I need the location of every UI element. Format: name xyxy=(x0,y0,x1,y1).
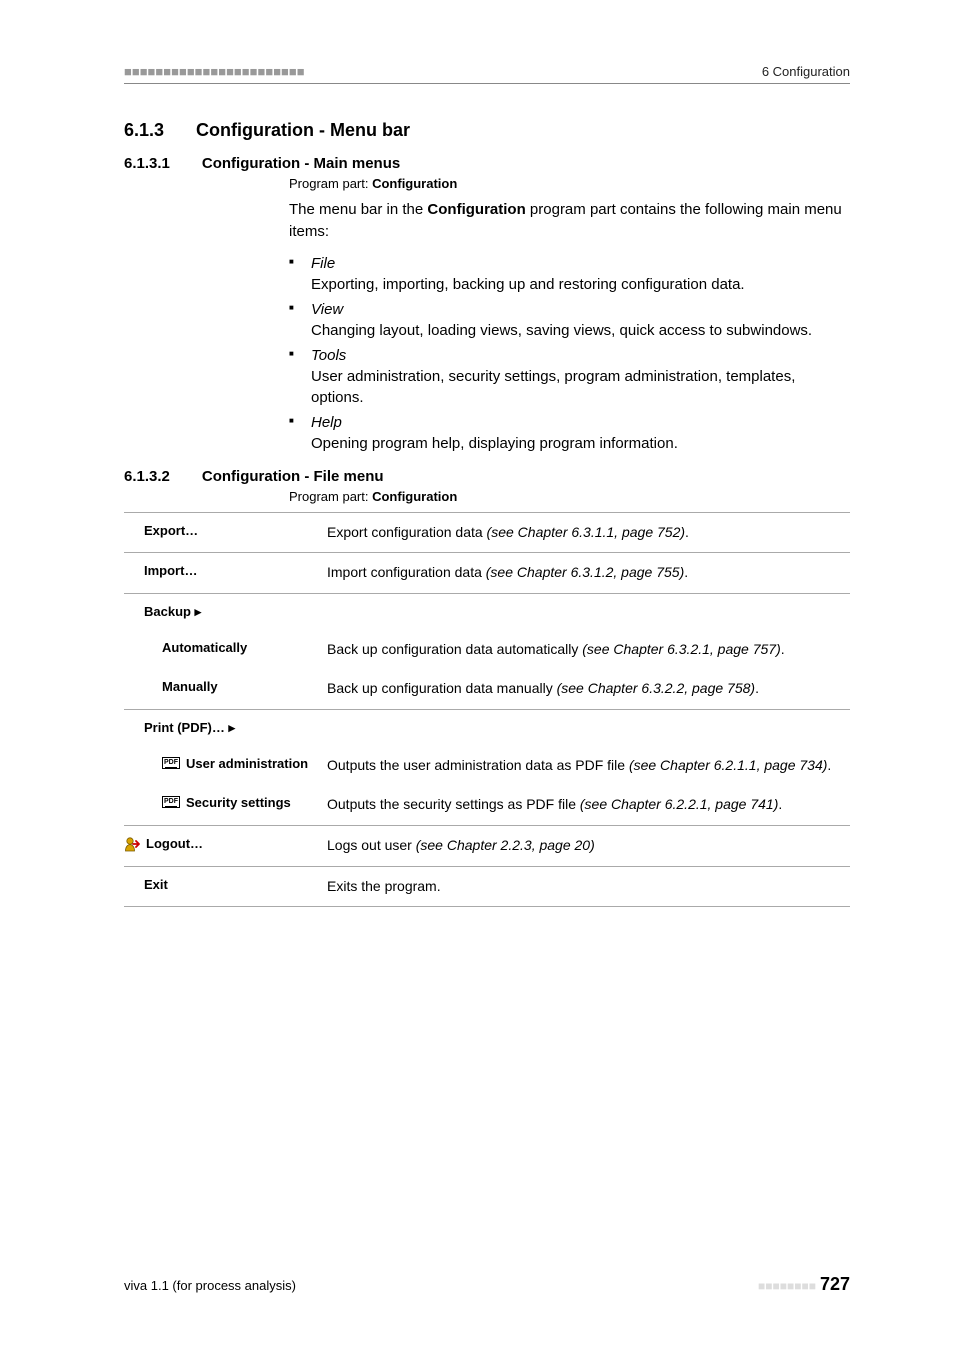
program-part-line: Program part: Configuration xyxy=(289,176,850,191)
footer-decor: ■■■■■■■■ xyxy=(758,1279,816,1293)
header-decor: ■■■■■■■■■■■■■■■■■■■■■■■ xyxy=(124,64,305,79)
menu-item-pdf-security: PDF Security settings xyxy=(124,795,319,810)
file-menu-table: Export… Export configuration data (see C… xyxy=(124,512,850,908)
menu-item-desc: Exits the program. xyxy=(327,866,850,907)
menu-item-import: Import… xyxy=(124,563,319,578)
menu-item-name: Help xyxy=(311,414,342,431)
list-item: View Changing layout, loading views, sav… xyxy=(289,299,850,341)
menu-item-backup-auto: Automatically xyxy=(124,640,319,655)
page-footer: viva 1.1 (for process analysis) ■■■■■■■■… xyxy=(124,1274,850,1295)
menu-item-name: File xyxy=(311,255,335,272)
menu-item-desc: User administration, security settings, … xyxy=(311,366,850,408)
table-row: Export… Export configuration data (see C… xyxy=(124,512,850,553)
table-row: Import… Import configuration data (see C… xyxy=(124,553,850,594)
subsection-heading: 6.1.3.1 Configuration - Main menus xyxy=(124,155,850,172)
menu-item-desc: Export configuration data (see Chapter 6… xyxy=(327,512,850,553)
menu-item-backup-manual: Manually xyxy=(124,679,319,694)
menu-item-name: View xyxy=(311,301,343,318)
menu-item-name: Tools xyxy=(311,347,346,364)
menu-item-print-pdf: Print (PDF)… ▸ xyxy=(124,720,319,736)
table-row: Backup ▸ xyxy=(124,593,850,630)
table-row: PDF User administration Outputs the user… xyxy=(124,746,850,786)
pdf-icon: PDF xyxy=(162,757,180,769)
logout-icon xyxy=(124,836,140,852)
menu-item-desc: Exporting, importing, backing up and res… xyxy=(311,274,850,295)
menu-item-exit: Exit xyxy=(124,877,319,892)
table-row: Exit Exits the program. xyxy=(124,866,850,907)
subsection-number: 6.1.3.1 xyxy=(124,155,170,172)
menu-item-desc: Back up configuration data manually (see… xyxy=(327,669,850,709)
menu-item-export: Export… xyxy=(124,523,319,538)
section-title: Configuration - Menu bar xyxy=(196,120,410,141)
menu-item-pdf-user-admin: PDF User administration xyxy=(124,756,319,771)
menu-item-desc: Outputs the user administration data as … xyxy=(327,746,850,786)
table-row: Automatically Back up configuration data… xyxy=(124,630,850,670)
menu-item-desc: Opening program help, displaying program… xyxy=(311,433,850,454)
menu-item-desc: Import configuration data (see Chapter 6… xyxy=(327,553,850,594)
subsection-heading: 6.1.3.2 Configuration - File menu xyxy=(124,468,850,485)
table-row: Print (PDF)… ▸ xyxy=(124,709,850,746)
menu-item-desc: Back up configuration data automatically… xyxy=(327,630,850,670)
subsection-title: Configuration - File menu xyxy=(202,468,384,485)
menu-item-logout: Logout… xyxy=(124,836,319,852)
subsection-number: 6.1.3.2 xyxy=(124,468,170,485)
section-heading: 6.1.3 Configuration - Menu bar xyxy=(124,120,850,141)
table-row: Logout… Logs out user (see Chapter 2.2.3… xyxy=(124,826,850,867)
menu-item-desc: Logs out user (see Chapter 2.2.3, page 2… xyxy=(327,826,850,867)
program-part-line: Program part: Configuration xyxy=(289,489,850,504)
menu-item-backup: Backup ▸ xyxy=(124,604,319,620)
table-row: Manually Back up configuration data manu… xyxy=(124,669,850,709)
footer-left: viva 1.1 (for process analysis) xyxy=(124,1278,296,1293)
page-header: ■■■■■■■■■■■■■■■■■■■■■■■ 6 Configuration xyxy=(124,64,850,84)
list-item: File Exporting, importing, backing up an… xyxy=(289,253,850,295)
subsection-title: Configuration - Main menus xyxy=(202,155,400,172)
page-number: 727 xyxy=(820,1274,850,1294)
header-chapter: 6 Configuration xyxy=(762,64,850,79)
pdf-icon: PDF xyxy=(162,796,180,808)
footer-right: ■■■■■■■■ 727 xyxy=(758,1274,850,1295)
list-item: Help Opening program help, displaying pr… xyxy=(289,412,850,454)
menu-item-desc: Changing layout, loading views, saving v… xyxy=(311,320,850,341)
intro-paragraph: The menu bar in the Configuration progra… xyxy=(289,199,850,243)
main-menu-list: File Exporting, importing, backing up an… xyxy=(289,253,850,454)
menu-item-desc: Outputs the security settings as PDF fil… xyxy=(327,785,850,825)
section-number: 6.1.3 xyxy=(124,120,164,141)
list-item: Tools User administration, security sett… xyxy=(289,345,850,408)
table-row: PDF Security settings Outputs the securi… xyxy=(124,785,850,825)
